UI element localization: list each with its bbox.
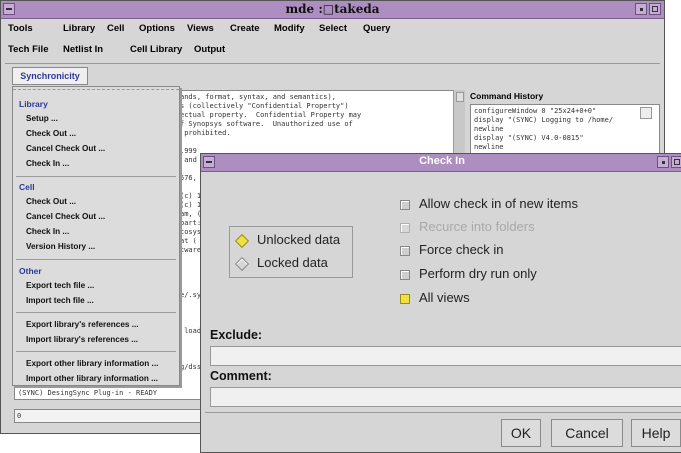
menu-cell[interactable]: Cell bbox=[107, 23, 124, 34]
label-recurse-folders: Recurce into folders bbox=[419, 219, 535, 234]
synchronicity-menu: Library Setup ... Check Out ... Cancel C… bbox=[12, 86, 180, 386]
checkbox-recurse-folders[interactable] bbox=[400, 223, 410, 233]
history-line: newline bbox=[474, 125, 504, 133]
checkbox-dry-run[interactable] bbox=[400, 270, 410, 280]
minimize-icon[interactable] bbox=[635, 3, 647, 15]
console-line: prohibited. bbox=[180, 129, 231, 137]
menu-item-import-tech-file[interactable]: Import tech file ... bbox=[26, 296, 94, 305]
label-force-check-in: Force check in bbox=[419, 242, 504, 257]
label-dry-run: Perform dry run only bbox=[419, 266, 537, 281]
exclude-input[interactable] bbox=[210, 346, 681, 366]
menu-header-cell: Cell bbox=[19, 182, 35, 192]
radio-locked-label: Locked data bbox=[257, 255, 328, 270]
menu-views[interactable]: Views bbox=[187, 23, 214, 34]
label-allow-new-items: Allow check in of new items bbox=[419, 196, 578, 211]
exclude-label: Exclude: bbox=[210, 328, 263, 342]
dialog-title-bar[interactable]: Check In bbox=[201, 154, 681, 172]
menu-output[interactable]: Output bbox=[194, 44, 225, 55]
menu-query[interactable]: Query bbox=[363, 23, 390, 34]
menu-header-library: Library bbox=[19, 99, 48, 109]
history-line: display "(SYNC) Logging to /home/ bbox=[474, 116, 614, 124]
menu-divider bbox=[16, 351, 176, 352]
menu-item-library-setup[interactable]: Setup ... bbox=[26, 114, 58, 123]
console-line: ands, format, syntax, and semantics), bbox=[180, 93, 336, 101]
menu-bar: Tools Library Cell Options Views Create … bbox=[1, 19, 664, 39]
main-title-bar[interactable]: mde :□takeda bbox=[1, 1, 664, 19]
ok-button[interactable]: OK bbox=[501, 419, 541, 447]
history-line: newline bbox=[474, 143, 504, 151]
menu-item-cell-check-in[interactable]: Check In ... bbox=[26, 227, 69, 236]
checkbox-allow-new-items[interactable] bbox=[400, 200, 410, 210]
menu-item-cell-version-history[interactable]: Version History ... bbox=[26, 242, 95, 251]
label-all-views: All views bbox=[419, 290, 470, 305]
menu-item-library-cancel-check-out[interactable]: Cancel Check Out ... bbox=[26, 144, 105, 153]
cancel-button[interactable]: Cancel bbox=[551, 419, 623, 447]
menu-item-library-check-out[interactable]: Check Out ... bbox=[26, 129, 76, 138]
menu-bar-secondary: Tech File Netlist In Cell Library Output bbox=[1, 40, 664, 60]
menu-create[interactable]: Create bbox=[230, 23, 260, 34]
console-line: s (collectively "Confidential Property") bbox=[180, 102, 349, 110]
menu-item-export-tech-file[interactable]: Export tech file ... bbox=[26, 281, 94, 290]
help-button[interactable]: Help bbox=[631, 419, 681, 447]
checkbox-all-views[interactable] bbox=[400, 294, 410, 304]
history-line: display "(SYNC) V4.0-0815" bbox=[474, 134, 584, 142]
menu-item-export-library-references[interactable]: Export library's references ... bbox=[26, 320, 139, 329]
tear-off-line[interactable] bbox=[13, 89, 179, 90]
comment-label: Comment: bbox=[210, 369, 272, 383]
menu-modify[interactable]: Modify bbox=[274, 23, 305, 34]
maximize-icon[interactable] bbox=[649, 3, 661, 15]
console-line: f Synopsys software. Unauthorized use of bbox=[180, 120, 353, 128]
scroll-up-arrow-icon[interactable] bbox=[456, 92, 464, 102]
menu-item-cell-check-out[interactable]: Check Out ... bbox=[26, 197, 76, 206]
menu-netlist-in[interactable]: Netlist In bbox=[63, 44, 103, 55]
status-text: 0 bbox=[17, 412, 22, 420]
menu-tools[interactable]: Tools bbox=[8, 23, 33, 34]
history-scroll-up-icon[interactable] bbox=[640, 107, 652, 119]
dialog-minimize-icon[interactable] bbox=[657, 156, 669, 168]
dialog-title: Check In bbox=[419, 155, 465, 167]
menu-item-import-other-library-info[interactable]: Import other library information ... bbox=[26, 374, 158, 383]
menu-cell-library[interactable]: Cell Library bbox=[130, 44, 182, 55]
menu-tech-file[interactable]: Tech File bbox=[8, 44, 48, 55]
menu-divider bbox=[16, 176, 176, 177]
menu-item-import-library-references[interactable]: Import library's references ... bbox=[26, 335, 138, 344]
menu-options[interactable]: Options bbox=[139, 23, 175, 34]
menu-item-library-check-in[interactable]: Check In ... bbox=[26, 159, 69, 168]
menu-select[interactable]: Select bbox=[319, 23, 347, 34]
console-ready-line: (SYNC) DesingSync Plug-in - READY bbox=[18, 389, 158, 397]
checkbox-force-check-in[interactable] bbox=[400, 246, 410, 256]
tab-synchronicity[interactable]: Synchronicity bbox=[12, 67, 88, 85]
dialog-maximize-icon[interactable] bbox=[671, 156, 681, 168]
history-line: configureWindow 0 "25x24+0+0" bbox=[474, 107, 597, 115]
console-line: ectual property. Confidential Property m… bbox=[180, 111, 362, 119]
menu-divider bbox=[5, 63, 660, 64]
menu-item-cell-cancel-check-out[interactable]: Cancel Check Out ... bbox=[26, 212, 105, 221]
menu-library[interactable]: Library bbox=[63, 23, 95, 34]
check-in-dialog: Check In Unlocked data Locked data Allow… bbox=[200, 153, 681, 453]
main-window-title: mde :□takeda bbox=[285, 2, 380, 16]
menu-divider bbox=[16, 312, 176, 313]
radio-unlocked-label: Unlocked data bbox=[257, 232, 341, 247]
menu-header-other: Other bbox=[19, 266, 42, 276]
comment-input[interactable] bbox=[210, 387, 681, 407]
command-history-text: configureWindow 0 "25x24+0+0" display "(S… bbox=[474, 107, 656, 152]
menu-item-export-other-library-info[interactable]: Export other library information ... bbox=[26, 359, 158, 368]
dialog-divider bbox=[205, 412, 681, 413]
command-history-label: Command History bbox=[470, 91, 544, 101]
menu-divider bbox=[16, 259, 176, 260]
